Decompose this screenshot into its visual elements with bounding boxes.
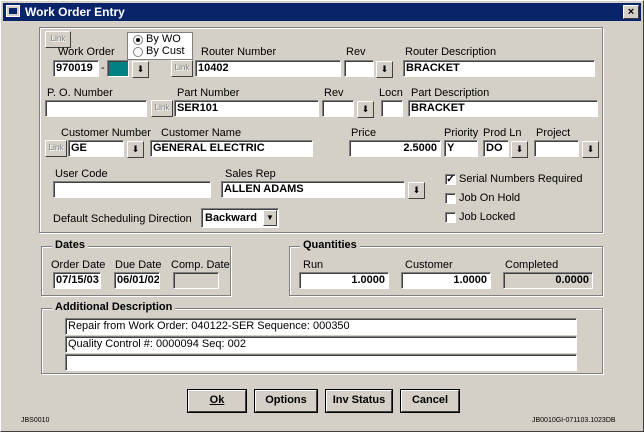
price-label: Price	[351, 127, 377, 139]
customer-number-dropdown-button[interactable]: ⬇	[127, 141, 144, 158]
part-rev-input[interactable]	[322, 100, 354, 117]
by-cust-radio[interactable]	[133, 47, 143, 57]
project-input[interactable]	[534, 140, 579, 157]
window-title: Work Order Entry	[25, 5, 125, 19]
part-number-label: Part Number	[177, 87, 240, 99]
footer-build-id: JB0010GI-071103.1023DB	[532, 417, 616, 424]
router-description-input[interactable]: BRACKET	[403, 60, 595, 77]
customer-qty-input[interactable]: 1.0000	[401, 272, 491, 289]
prod-line-dropdown-button[interactable]: ⬇	[511, 141, 528, 158]
work-order-dropdown-button[interactable]: ⬇	[132, 61, 149, 78]
customer-number-input[interactable]: GE	[68, 140, 124, 157]
project-dropdown-button[interactable]: ⬇	[582, 141, 599, 158]
additional-description-line-2[interactable]: Quality Control #: 0000094 Seq: 002	[65, 336, 577, 353]
customer-name-label: Customer Name	[161, 127, 242, 139]
project-label: Project	[536, 127, 571, 139]
scheduling-direction-select[interactable]: Backward ▼	[201, 208, 279, 228]
by-wo-radio[interactable]	[133, 35, 143, 45]
scheduling-direction-value: Backward	[205, 212, 257, 224]
additional-description-line-1[interactable]: Repair from Work Order: 040122-SER Seque…	[65, 318, 577, 335]
additional-description-line-3[interactable]	[65, 354, 577, 371]
router-number-input[interactable]: 10402	[195, 60, 341, 77]
run-input[interactable]: 1.0000	[299, 272, 389, 289]
dates-title: Dates	[52, 239, 88, 251]
ok-button[interactable]: Ok	[188, 390, 246, 412]
locn-input[interactable]	[381, 100, 403, 117]
part-description-label: Part Description	[411, 87, 490, 99]
job-locked-label: Job Locked	[459, 211, 516, 223]
cancel-button[interactable]: Cancel	[401, 390, 459, 412]
part-number-input[interactable]: SER101	[174, 100, 319, 117]
customer-qty-label: Customer	[405, 259, 453, 271]
order-date-input[interactable]: 07/15/03	[53, 272, 101, 289]
router-rev-label: Rev	[346, 46, 366, 58]
job-locked-checkbox[interactable]	[445, 212, 456, 223]
ok-button-label: Ok	[209, 394, 225, 406]
work-order-suffix-input[interactable]	[107, 60, 129, 77]
additional-description-title: Additional Description	[52, 301, 176, 313]
locn-label: Locn	[379, 87, 403, 99]
router-description-label: Router Description	[405, 46, 497, 58]
comp-date-input	[173, 272, 219, 289]
sales-rep-dropdown-button[interactable]: ⬇	[408, 182, 425, 199]
due-date-label: Due Date	[115, 259, 162, 271]
user-code-label: User Code	[55, 168, 108, 180]
by-cust-label: By Cust	[146, 45, 185, 57]
router-rev-input[interactable]	[344, 60, 374, 77]
close-button[interactable]: ×	[623, 5, 639, 19]
serial-numbers-label: Serial Numbers Required	[459, 173, 583, 185]
window-icon	[6, 5, 20, 17]
title-bar: Work Order Entry ×	[3, 3, 641, 21]
priority-input[interactable]: Y	[444, 140, 478, 157]
customer-number-label: Customer Number	[61, 127, 151, 139]
job-on-hold-label: Job On Hold	[459, 192, 521, 204]
chevron-down-icon: ▼	[263, 210, 277, 226]
options-button[interactable]: Options	[255, 390, 317, 412]
work-order-dash: -	[101, 62, 105, 74]
serial-numbers-checkbox[interactable]: ✓	[445, 174, 456, 185]
work-order-input[interactable]: 970019	[53, 60, 99, 77]
router-number-label: Router Number	[201, 46, 277, 58]
prod-line-label: Prod Ln	[483, 127, 522, 139]
po-number-label: P. O. Number	[47, 87, 113, 99]
part-description-input[interactable]: BRACKET	[408, 100, 598, 117]
router-rev-dropdown-button[interactable]: ⬇	[376, 61, 393, 78]
job-on-hold-checkbox[interactable]	[445, 193, 456, 204]
order-date-label: Order Date	[51, 259, 106, 271]
part-rev-dropdown-button[interactable]: ⬇	[357, 101, 374, 118]
priority-label: Priority	[444, 127, 479, 139]
price-input[interactable]: 2.5000	[349, 140, 441, 157]
sales-rep-input[interactable]: ALLEN ADAMS	[221, 181, 405, 198]
work-order-search-mode: By WO By Cust	[127, 32, 193, 60]
by-wo-label: By WO	[146, 33, 181, 45]
completed-label: Completed	[505, 259, 559, 271]
scheduling-direction-label: Default Scheduling Direction	[53, 213, 192, 225]
po-number-input[interactable]	[45, 100, 147, 117]
customer-link-button[interactable]: Link	[45, 140, 67, 157]
footer-screen-id: JBS0010	[21, 417, 50, 424]
inv-status-button[interactable]: Inv Status	[326, 390, 392, 412]
work-order-label: Work Order	[58, 46, 115, 58]
sales-rep-label: Sales Rep	[225, 168, 276, 180]
part-rev-label: Rev	[324, 87, 344, 99]
part-link-button[interactable]: Link	[151, 100, 173, 117]
quantities-title: Quantities	[300, 239, 360, 251]
completed-input: 0.0000	[503, 272, 593, 289]
comp-date-label: Comp. Date	[171, 259, 230, 271]
router-link-button[interactable]: Link	[171, 60, 193, 77]
user-code-input[interactable]	[53, 181, 211, 198]
prod-line-input[interactable]: DO	[483, 140, 509, 157]
customer-name-input[interactable]: GENERAL ELECTRIC	[150, 140, 313, 157]
run-label: Run	[303, 259, 324, 271]
due-date-input[interactable]: 06/01/02	[114, 272, 160, 289]
work-order-window: Work Order Entry × Link Work Order By WO…	[0, 0, 644, 432]
